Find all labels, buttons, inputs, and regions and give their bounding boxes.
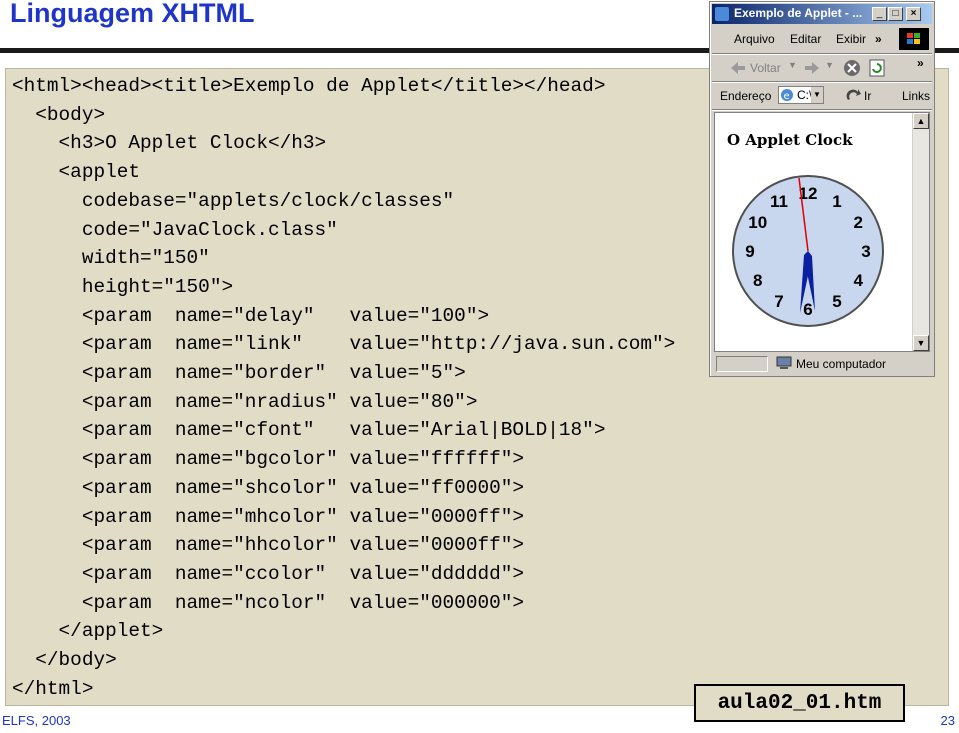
- clock-number: 8: [753, 271, 762, 290]
- code-line: <body>: [12, 103, 106, 126]
- applet-heading: O Applet Clock: [727, 131, 853, 149]
- code-line: width="150": [12, 247, 210, 270]
- scroll-up-icon[interactable]: ▲: [913, 113, 929, 129]
- windows-logo-icon: [899, 28, 929, 50]
- stop-icon[interactable]: [843, 59, 861, 77]
- code-line: <param name="link" value="http://java.su…: [12, 333, 676, 356]
- toolbar-more[interactable]: »: [917, 56, 924, 70]
- clock-number: 7: [774, 292, 783, 311]
- back-arrow-icon[interactable]: [730, 61, 746, 75]
- address-dropdown-icon[interactable]: ▼: [811, 87, 823, 103]
- code-line: height="150">: [12, 275, 234, 298]
- clock-number: 10: [748, 213, 767, 232]
- toolbar-separator: [712, 81, 932, 83]
- browser-window: Exemplo de Applet - ... _ □ × Arquivo Ed…: [709, 1, 935, 377]
- status-text: Meu computador: [796, 357, 887, 371]
- menu-arquivo[interactable]: Arquivo: [734, 32, 775, 46]
- file-label: aula02_01.htm: [694, 684, 905, 722]
- code-line: </body>: [12, 649, 117, 671]
- window-titlebar[interactable]: Exemplo de Applet - ... _ □ ×: [712, 4, 932, 24]
- code-line: <param name="nradius" value="80">: [12, 390, 478, 413]
- page-icon: e: [781, 89, 793, 102]
- svg-text:e: e: [784, 91, 790, 102]
- clock-number: 1: [832, 192, 841, 211]
- close-button[interactable]: ×: [906, 7, 921, 21]
- clock-number: 4: [853, 271, 863, 290]
- address-bar: Endereço e C:\ ▼ Ir Links: [712, 84, 932, 108]
- code-line: <h3>O Applet Clock</h3>: [12, 132, 327, 155]
- code-line: </html>: [12, 677, 94, 700]
- clock-number: 11: [770, 192, 788, 211]
- code-line: <param name="bgcolor" value="ffffff">: [12, 448, 524, 471]
- code-line: <param name="ncolor" value="000000">: [12, 591, 524, 614]
- minimize-button[interactable]: _: [872, 7, 887, 21]
- maximize-button[interactable]: □: [888, 7, 903, 21]
- ie-icon: [715, 7, 729, 21]
- code-line: codebase="applets/clock/classes": [12, 189, 455, 212]
- navigation-toolbar: Voltar ▼ ▼ »: [712, 56, 932, 80]
- clock-number: 9: [745, 242, 754, 261]
- go-arrow-icon[interactable]: [846, 88, 862, 102]
- code-line: <applet: [12, 161, 140, 184]
- menu-bar: Arquivo Editar Exibir »: [712, 26, 932, 52]
- code-line: <param name="border" value="5">: [12, 362, 466, 384]
- code-line: <param name="shcolor" value="ff0000">: [12, 476, 524, 499]
- menu-separator: [712, 53, 932, 55]
- code-line: <param name="hhcolor" value="0000ff">: [12, 534, 524, 557]
- footer-author: ELFS, 2003: [2, 713, 71, 728]
- page-number: 23: [940, 713, 955, 728]
- menu-more[interactable]: »: [875, 32, 882, 46]
- menu-editar[interactable]: Editar: [790, 32, 821, 46]
- code-line: <param name="mhcolor" value="0000ff">: [12, 505, 524, 528]
- go-button[interactable]: Ir: [864, 89, 871, 103]
- clock-number: 3: [861, 242, 870, 261]
- address-separator: [712, 109, 932, 111]
- code-line: <param name="ccolor" value="dddddd">: [12, 562, 524, 585]
- scroll-down-icon[interactable]: ▼: [913, 335, 929, 351]
- address-input[interactable]: e C:\ ▼: [778, 86, 824, 104]
- refresh-icon[interactable]: [869, 59, 885, 77]
- code-line: </applet>: [12, 620, 164, 643]
- code-line: <param name="cfont" value="Arial|BOLD|18…: [12, 419, 606, 442]
- back-label[interactable]: Voltar: [750, 61, 781, 75]
- window-title: Exemplo de Applet - ...: [734, 6, 863, 20]
- status-bar: Meu computador: [714, 354, 930, 374]
- forward-arrow-icon[interactable]: [804, 61, 820, 75]
- back-dropdown-icon[interactable]: ▼: [788, 60, 797, 70]
- code-line: <html><head><title>Exemplo de Applet</ti…: [12, 75, 606, 97]
- clock-applet: 12 1234567891011: [732, 175, 884, 327]
- status-pane: [716, 356, 768, 372]
- clock-number: 6: [803, 300, 812, 319]
- slide-title: Linguagem XHTML: [10, 0, 255, 28]
- vertical-scrollbar[interactable]: ▲ ▼: [912, 113, 929, 351]
- computer-icon: [776, 356, 792, 369]
- code-line: code="JavaClock.class": [12, 218, 338, 241]
- forward-dropdown-icon[interactable]: ▼: [825, 60, 834, 70]
- code-line: <param name="delay" value="100">: [12, 304, 490, 327]
- clock-number: 2: [853, 213, 862, 232]
- clock-number: 5: [832, 292, 841, 311]
- address-label: Endereço: [720, 89, 772, 103]
- links-button[interactable]: Links: [902, 89, 930, 103]
- menu-exibir[interactable]: Exibir: [836, 32, 866, 46]
- page-viewport: O Applet Clock 12 1 2 3 4 5 6 7 8 9 10 11 ▲ ▼: [714, 112, 930, 352]
